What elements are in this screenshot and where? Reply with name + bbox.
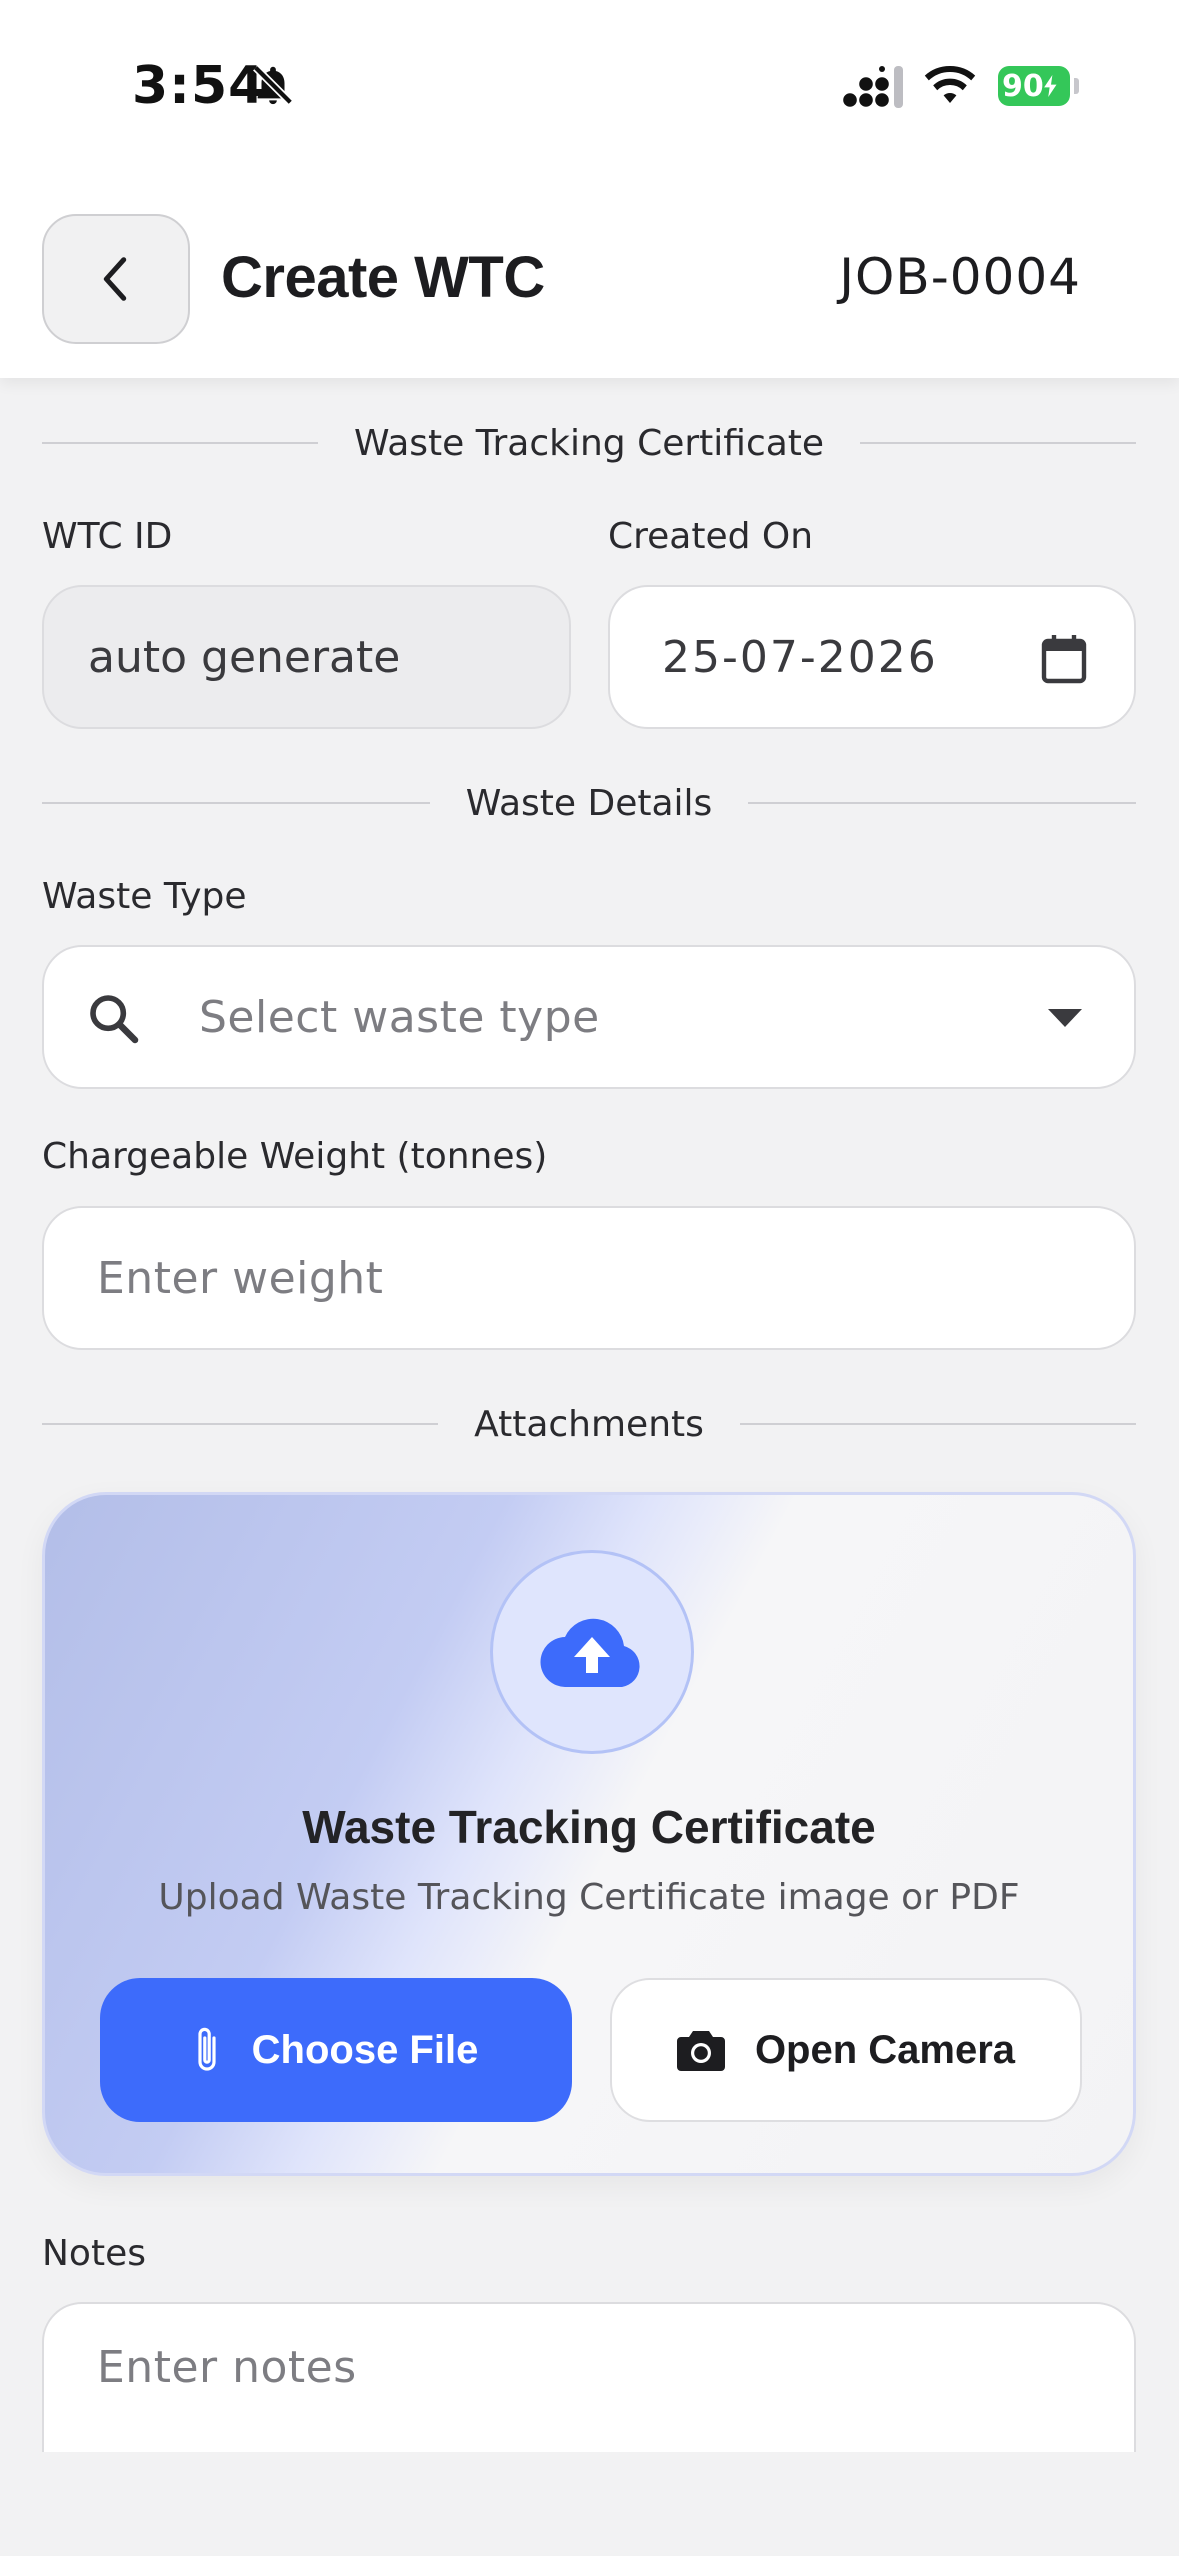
notes-label: Notes bbox=[42, 2233, 146, 2274]
choose-file-label: Choose File bbox=[251, 2027, 479, 2072]
section-title: Attachments bbox=[474, 1403, 704, 1445]
wtc-id-label: WTC ID bbox=[42, 516, 173, 557]
battery-icon: 90 bbox=[998, 66, 1070, 106]
open-camera-label: Open Camera bbox=[754, 2027, 1016, 2072]
section-divider-certificate: Waste Tracking Certificate bbox=[42, 422, 1137, 464]
weight-label: Chargeable Weight (tonnes) bbox=[42, 1136, 548, 1177]
choose-file-button[interactable]: Choose File bbox=[100, 1978, 572, 2122]
section-title: Waste Details bbox=[465, 782, 713, 824]
back-button[interactable] bbox=[42, 214, 190, 344]
search-icon bbox=[90, 995, 139, 1044]
waste-type-select[interactable]: Select waste type bbox=[42, 945, 1136, 1089]
cellular-signal-icon bbox=[843, 66, 903, 108]
charging-bolt-icon bbox=[1043, 75, 1057, 97]
weight-input[interactable]: Enter weight bbox=[42, 1206, 1136, 1350]
created-on-value: 25-07-2026 bbox=[662, 631, 938, 683]
camera-icon bbox=[676, 2031, 725, 2071]
bell-slash-icon bbox=[253, 65, 293, 105]
created-on-label: Created On bbox=[608, 516, 814, 557]
section-title: Waste Tracking Certificate bbox=[353, 422, 825, 464]
section-divider-attachments: Attachments bbox=[42, 1403, 1136, 1445]
wtc-id-field: auto generate bbox=[42, 585, 571, 729]
upload-title: Waste Tracking Certificate bbox=[302, 1801, 876, 1853]
wifi-icon bbox=[924, 65, 976, 103]
waste-type-label: Waste Type bbox=[42, 876, 247, 917]
upload-icon-circle bbox=[490, 1550, 694, 1754]
waste-type-placeholder: Select waste type bbox=[199, 991, 600, 1043]
app-header: 3:54 90 Create WTC JOB-0004 bbox=[0, 0, 1179, 378]
job-id: JOB-0004 bbox=[839, 248, 1081, 306]
notes-placeholder: Enter notes bbox=[97, 2342, 357, 2393]
battery-level: 90 bbox=[1002, 68, 1044, 104]
bottom-area bbox=[0, 2452, 1179, 2556]
upload-subtitle: Upload Waste Tracking Certificate image … bbox=[158, 1877, 1020, 1918]
created-on-date-field[interactable]: 25-07-2026 bbox=[608, 585, 1136, 729]
weight-placeholder: Enter weight bbox=[97, 1252, 384, 1304]
battery-cap bbox=[1074, 78, 1079, 94]
open-camera-button[interactable]: Open Camera bbox=[610, 1978, 1082, 2122]
page-title: Create WTC bbox=[221, 245, 545, 310]
cloud-upload-icon bbox=[540, 1618, 640, 1687]
wtc-id-value: auto generate bbox=[88, 631, 401, 683]
chevron-left-icon bbox=[103, 257, 127, 301]
calendar-icon[interactable] bbox=[1040, 633, 1088, 685]
status-time: 3:54 bbox=[132, 56, 266, 116]
paperclip-icon bbox=[198, 2027, 216, 2071]
section-divider-waste-details: Waste Details bbox=[42, 782, 1136, 824]
upload-card: Waste Tracking Certificate Upload Waste … bbox=[42, 1492, 1136, 2176]
caret-down-icon bbox=[1048, 1009, 1082, 1027]
